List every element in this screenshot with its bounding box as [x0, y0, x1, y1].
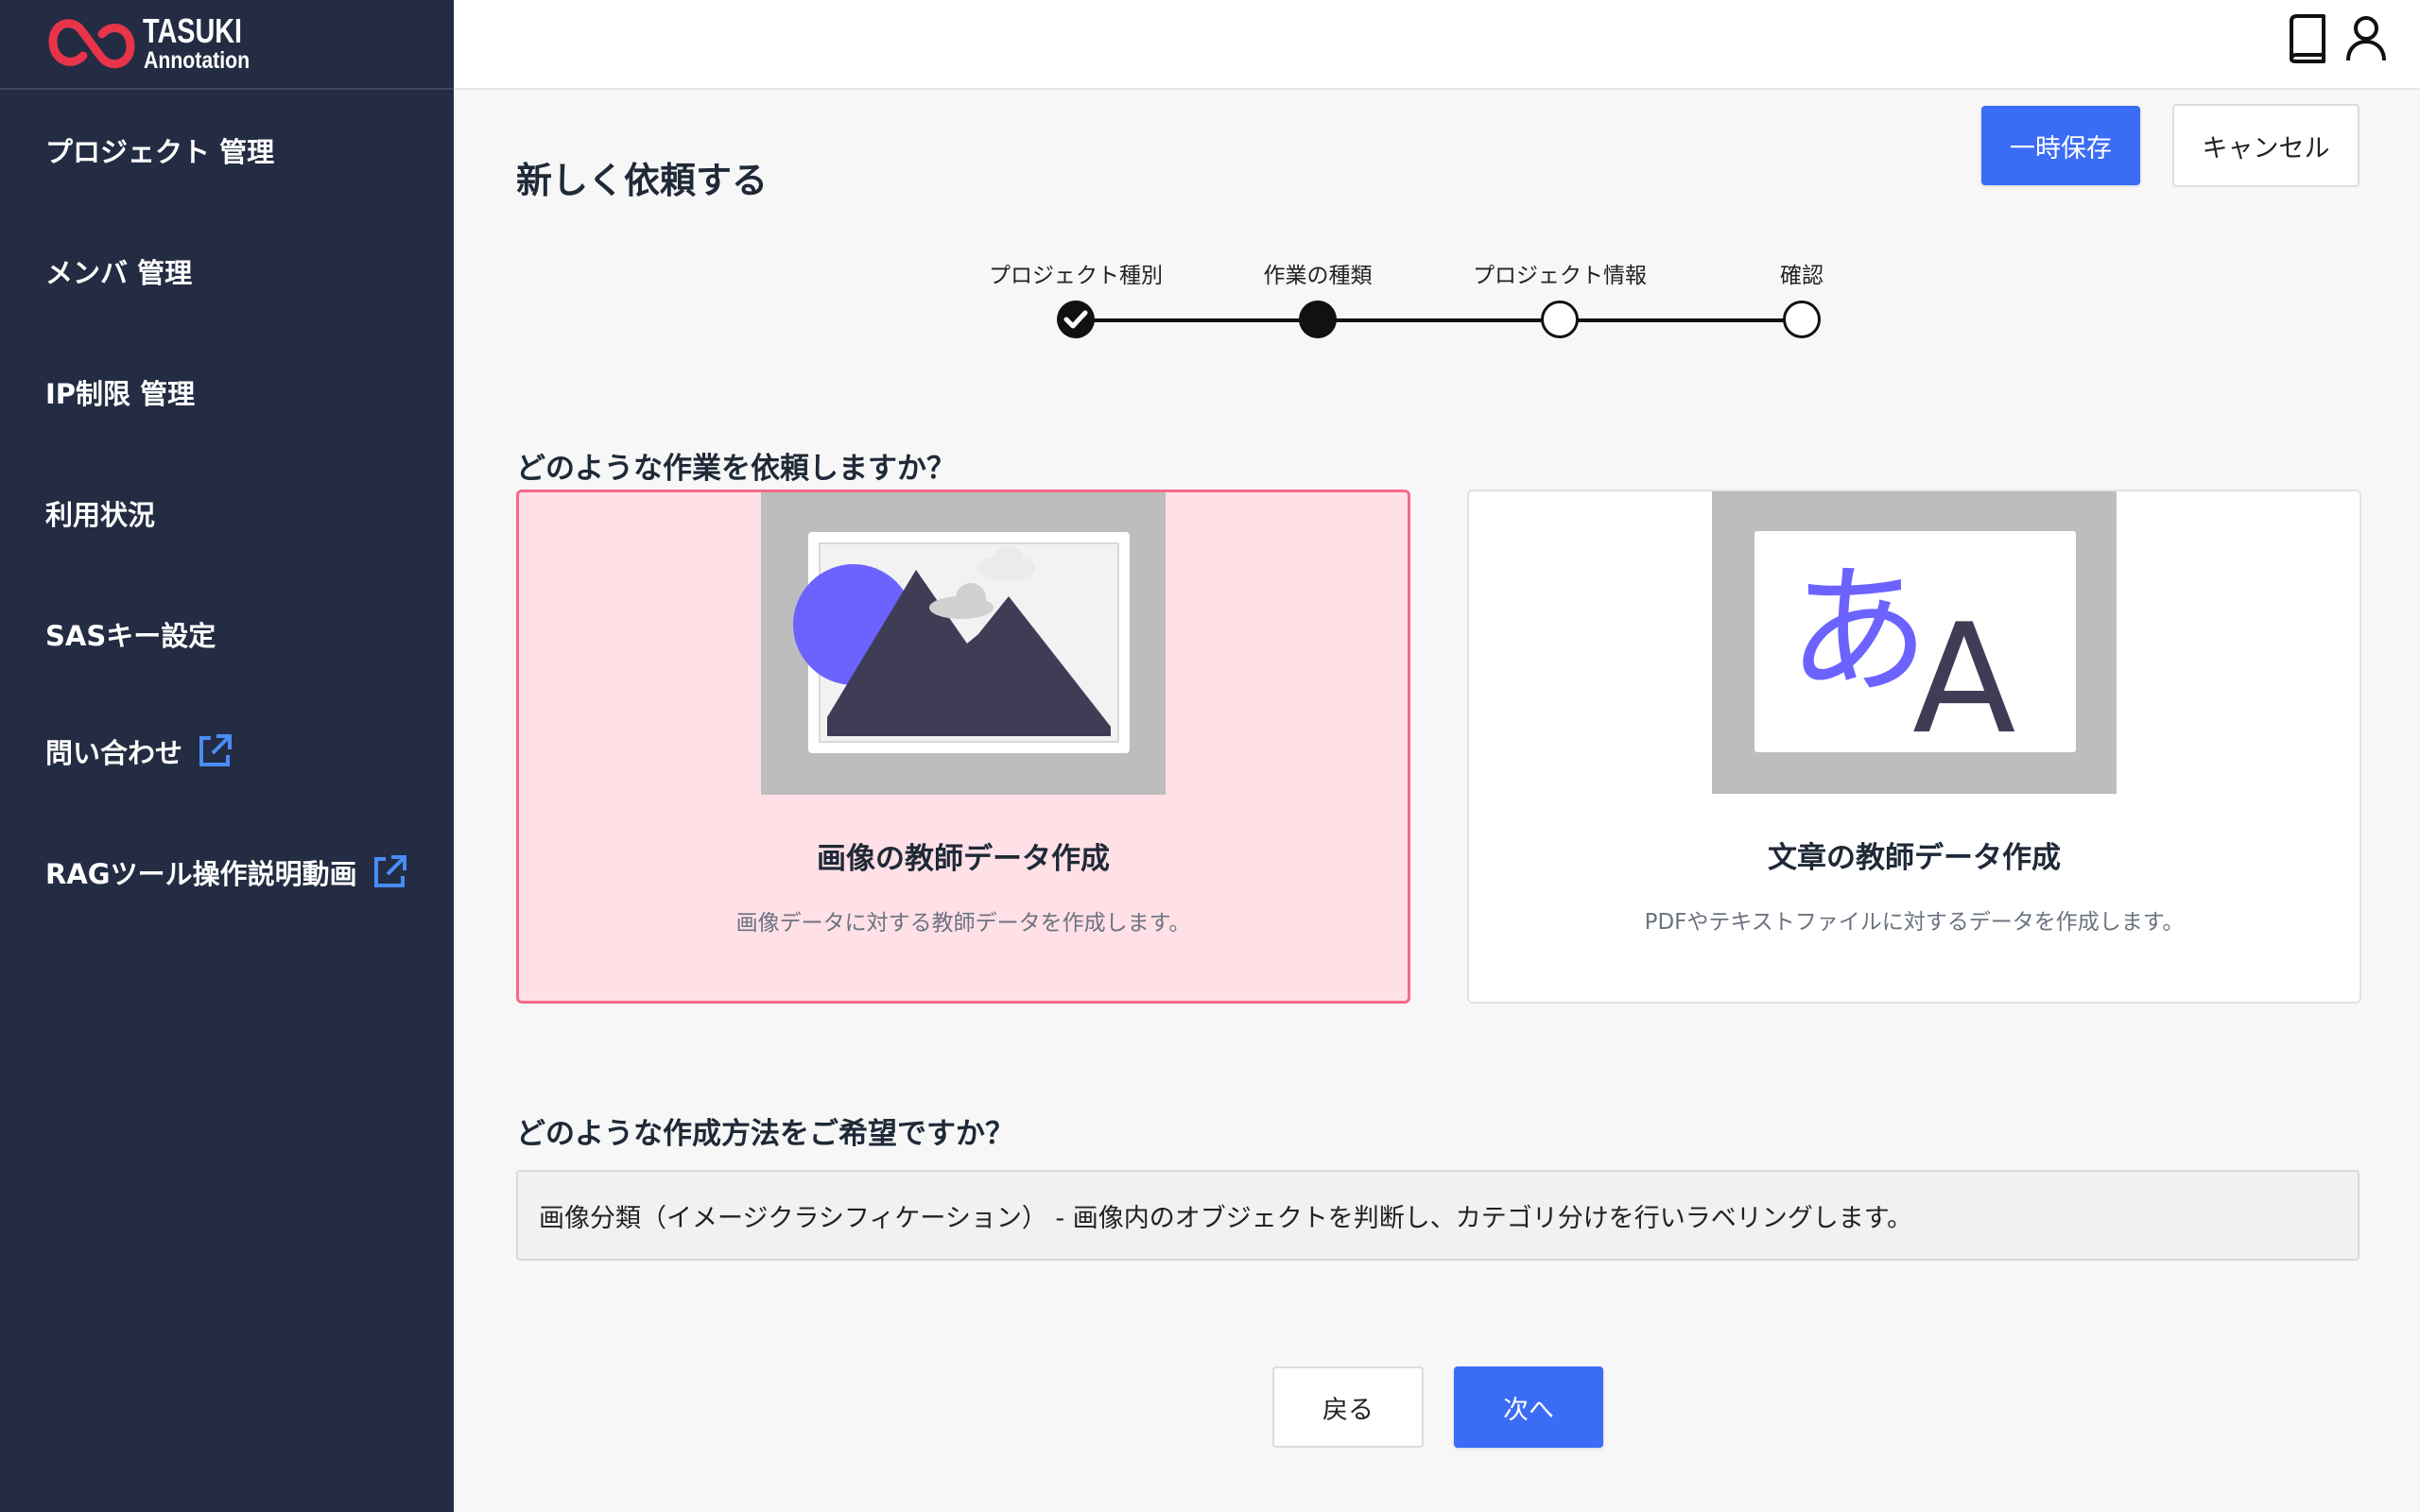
external-link-icon: [373, 855, 406, 887]
sidebar-item-label: 利用状況: [45, 499, 156, 531]
card-description: PDFやテキストファイルに対するデータを作成します。: [1644, 910, 2185, 935]
sidebar-item-project-management[interactable]: プロジェクト 管理: [45, 130, 274, 170]
method-question: どのような作成方法をご希望ですか？: [516, 1117, 1014, 1151]
step-done-dot: [1057, 301, 1095, 338]
step-connector: [1318, 318, 1560, 322]
brand-subtitle: Annotation: [144, 47, 251, 74]
step-connector: [1076, 318, 1318, 322]
text-language-icon: あ A: [1712, 491, 2117, 794]
method-select[interactable]: 画像分類（イメージクラシフィケーション） - 画像内のオブジェクトを判断し、カテ…: [516, 1170, 2360, 1261]
step-current-dot: [1299, 301, 1337, 338]
glyph-ja: あ: [1788, 550, 1929, 714]
next-button[interactable]: 次へ: [1454, 1366, 1603, 1448]
user-icon[interactable]: [2344, 13, 2388, 64]
method-select-value: 画像分類（イメージクラシフィケーション） - 画像内のオブジェクトを判断し、カテ…: [539, 1203, 1913, 1233]
save-draft-button[interactable]: 一時保存: [1981, 106, 2140, 185]
image-annotation-card[interactable]: 画像の教師データ作成 画像データに対する教師データを作成します。: [516, 490, 1410, 1004]
book-icon[interactable]: [2286, 13, 2329, 64]
step-label-project-info: プロジェクト情報: [1473, 264, 1647, 288]
sidebar-item-ip-restriction[interactable]: IP制限 管理: [45, 372, 195, 412]
brand-name: TASUKI: [143, 11, 243, 50]
text-annotation-card[interactable]: あ A 文章の教師データ作成 PDFやテキストファイルに対するデータを作成します…: [1467, 490, 2361, 1004]
step-label-work-type: 作業の種類: [1263, 264, 1373, 288]
sidebar-item-label: SASキー設定: [45, 620, 216, 652]
external-link-icon: [199, 734, 233, 766]
sidebar-item-contact[interactable]: 問い合わせ: [45, 731, 233, 771]
top-bar: [454, 0, 2420, 90]
tasuki-logo-icon: [48, 19, 135, 69]
sidebar-item-member-management[interactable]: メンバ 管理: [45, 251, 192, 291]
sidebar-item-label: RAGツール操作説明動画: [45, 858, 357, 890]
step-pending-dot: [1783, 301, 1821, 338]
sidebar: TASUKI Annotation プロジェクト 管理 メンバ 管理 IP制限 …: [0, 0, 454, 1512]
image-illustration-icon: [761, 492, 1166, 795]
check-icon: [1063, 310, 1088, 329]
sidebar-item-sas-key[interactable]: SASキー設定: [45, 614, 216, 654]
sidebar-item-label: IP制限 管理: [45, 378, 196, 410]
sidebar-item-rag-video[interactable]: RAGツール操作説明動画: [45, 852, 408, 892]
step-label-confirm: 確認: [1780, 264, 1824, 288]
sidebar-item-label: 問い合わせ: [45, 737, 183, 769]
glyph-en: A: [1912, 591, 2015, 767]
back-button[interactable]: 戻る: [1272, 1366, 1424, 1448]
card-title: 文章の教師データ作成: [1768, 841, 2061, 875]
page-title: 新しく依頼する: [516, 160, 769, 201]
cancel-button[interactable]: キャンセル: [2172, 104, 2360, 187]
work-type-question: どのような作業を依頼しますか？: [516, 452, 956, 486]
sidebar-item-label: メンバ 管理: [45, 257, 193, 289]
card-description: 画像データに対する教師データを作成します。: [735, 911, 1191, 936]
step-pending-dot: [1541, 301, 1579, 338]
sidebar-item-label: プロジェクト 管理: [45, 136, 275, 168]
step-label-project-type: プロジェクト種別: [989, 264, 1163, 288]
step-connector: [1560, 318, 1802, 322]
logo[interactable]: TASUKI Annotation: [0, 0, 454, 90]
sidebar-item-usage[interactable]: 利用状況: [45, 493, 155, 533]
card-title: 画像の教師データ作成: [817, 842, 1110, 876]
